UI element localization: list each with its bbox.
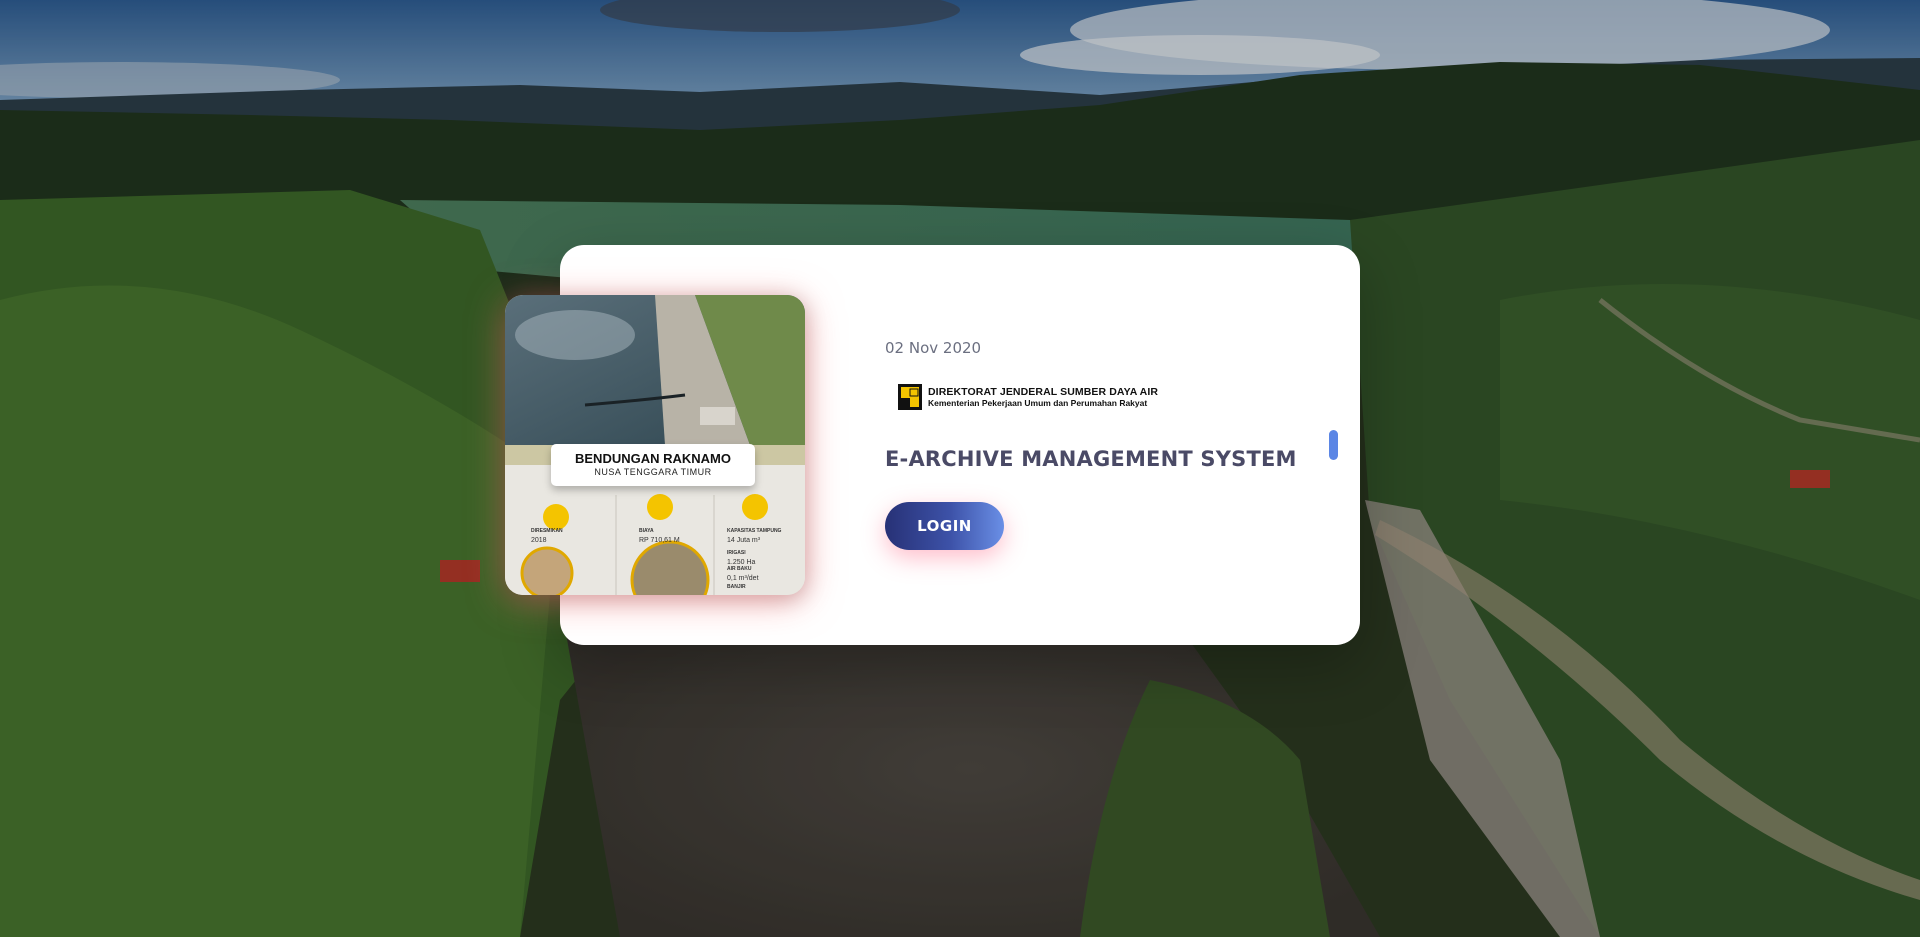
stat-raw-water: AIR BAKU 0,1 m³/det	[727, 566, 759, 582]
ministry-logo: DIREKTORAT JENDERAL SUMBER DAYA AIR Keme…	[898, 384, 1158, 410]
slide-date: 02 Nov 2020	[885, 339, 982, 357]
stat-capacity: KAPASITAS TAMPUNG 14 Juta m³	[727, 528, 782, 544]
infographic-subtitle: NUSA TENGGARA TIMUR	[594, 467, 712, 477]
pupr-logo-icon	[898, 384, 922, 410]
stat-flood: BANJIR	[727, 584, 746, 590]
logo-line-1: DIREKTORAT JENDERAL SUMBER DAYA AIR	[928, 386, 1159, 398]
login-button[interactable]: LOGIN	[885, 502, 1004, 550]
infographic-title: BENDUNGAN RAKNAMO	[575, 451, 731, 466]
stat-inaugurated: DIRESMIKAN 2018	[531, 528, 563, 544]
infographic-title-box: BENDUNGAN RAKNAMO NUSA TENGGARA TIMUR	[551, 444, 755, 486]
logo-line-2: Kementerian Pekerjaan Umum dan Perumahan…	[928, 398, 1148, 408]
dam-infographic-image: BENDUNGAN RAKNAMO NUSA TENGGARA TIMUR DI…	[505, 295, 805, 595]
page-title: E-ARCHIVE MANAGEMENT SYSTEM	[885, 447, 1297, 471]
slide-indicator[interactable]	[1329, 430, 1338, 460]
stat-cost: BIAYA RP 710,61 M	[639, 528, 680, 544]
